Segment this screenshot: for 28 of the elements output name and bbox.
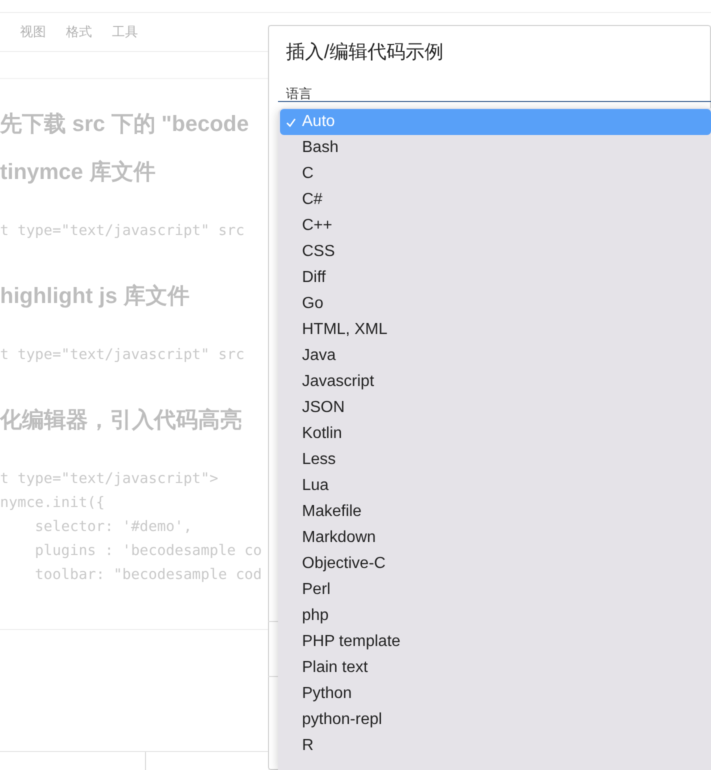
dropdown-option[interactable]: Makefile xyxy=(280,499,711,525)
dropdown-option[interactable]: Plain text xyxy=(280,655,711,681)
heading: tinymce 库文件 xyxy=(0,158,156,186)
dropdown-option[interactable]: Python xyxy=(280,681,711,707)
dropdown-option[interactable]: Bash xyxy=(280,135,711,161)
dropdown-option[interactable]: Kotlin xyxy=(280,421,711,447)
dropdown-option[interactable]: R xyxy=(280,733,711,759)
dropdown-option[interactable]: Perl xyxy=(280,577,711,603)
dropdown-option[interactable]: PHP template xyxy=(280,629,711,655)
dropdown-option[interactable]: C++ xyxy=(280,213,711,239)
dropdown-option[interactable]: python-repl xyxy=(280,707,711,733)
dropdown-option[interactable]: C xyxy=(280,161,711,187)
dropdown-option[interactable]: Lua xyxy=(280,473,711,499)
dropdown-option[interactable]: Diff xyxy=(280,265,711,291)
dropdown-option[interactable]: Javascript xyxy=(280,369,711,395)
dropdown-option[interactable]: Go xyxy=(280,291,711,317)
dropdown-option[interactable]: Objective-C xyxy=(280,551,711,577)
dropdown-option[interactable]: CSS xyxy=(280,239,711,265)
dropdown-option[interactable]: Markdown xyxy=(280,525,711,551)
dropdown-option[interactable]: php xyxy=(280,603,711,629)
dialog-title: 插入/编辑代码示例 xyxy=(286,41,444,65)
dropdown-option[interactable]: HTML, XML xyxy=(280,317,711,343)
dropdown-option[interactable]: Java xyxy=(280,343,711,369)
heading: highlight js 库文件 xyxy=(0,282,190,310)
dropdown-option[interactable]: Less xyxy=(280,447,711,473)
field-label: 语言 xyxy=(286,85,312,103)
dropdown-option[interactable]: JSON xyxy=(280,395,711,421)
dropdown-option[interactable]: C# xyxy=(280,187,711,213)
